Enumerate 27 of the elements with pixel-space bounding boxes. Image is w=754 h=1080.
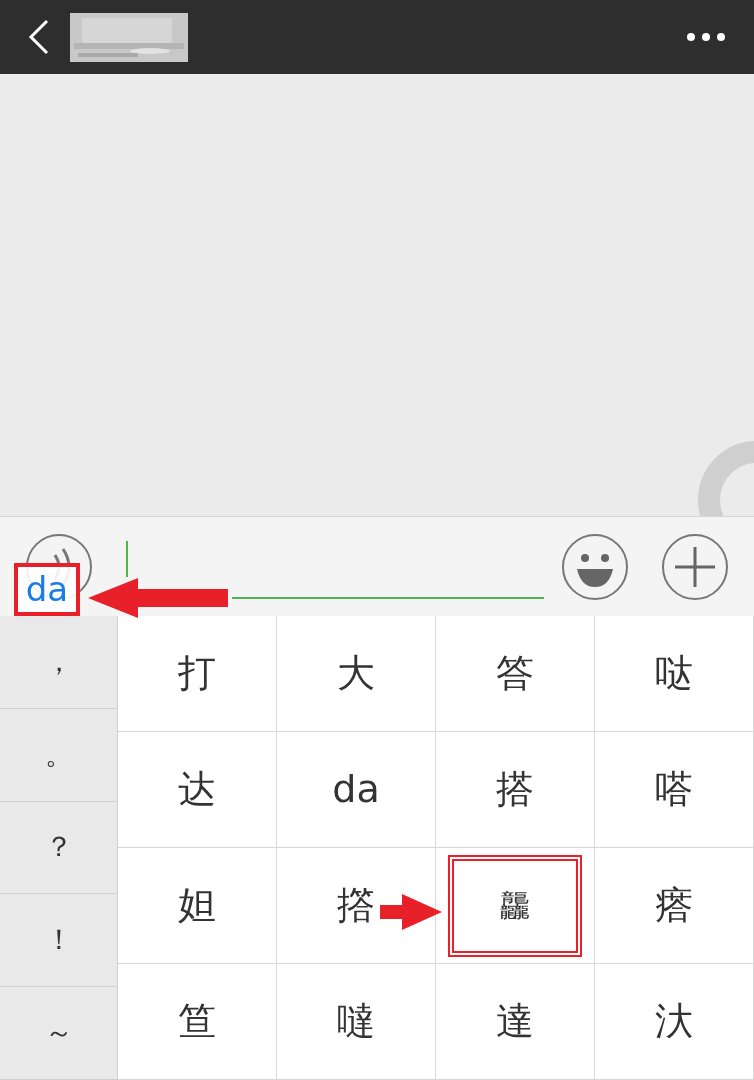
annotation-arrow — [380, 893, 442, 931]
emoji-icon[interactable] — [561, 533, 629, 601]
candidate-key[interactable]: 妲 — [118, 848, 276, 963]
candidate-key[interactable]: da — [277, 732, 435, 847]
back-icon[interactable] — [28, 19, 50, 55]
candidate-key[interactable]: 笪 — [118, 964, 276, 1079]
candidate-key[interactable]: 達 — [436, 964, 594, 1079]
candidate-key[interactable]: 达 — [118, 732, 276, 847]
candidate-key[interactable]: 搭 — [436, 732, 594, 847]
candidate-key[interactable]: 撘 — [277, 848, 435, 963]
candidate-key[interactable]: 嗒 — [595, 732, 753, 847]
punctuation-key[interactable]: ～ — [0, 987, 117, 1080]
candidate-key[interactable]: 答 — [436, 616, 594, 731]
composition-text: da — [14, 563, 80, 616]
candidate-key[interactable]: 噠 — [277, 964, 435, 1079]
candidate-key[interactable]: 打 — [118, 616, 276, 731]
candidate-key[interactable]: 大 — [277, 616, 435, 731]
candidate-key[interactable]: 哒 — [595, 616, 753, 731]
candidate-key[interactable]: 汏 — [595, 964, 753, 1079]
punctuation-key[interactable]: 。 — [0, 708, 117, 802]
punctuation-key[interactable]: ？ — [0, 801, 117, 895]
punctuation-key[interactable]: ！ — [0, 894, 117, 988]
add-icon[interactable] — [661, 533, 729, 601]
candidate-key[interactable]: 龘 — [448, 854, 582, 957]
candidate-key[interactable]: 瘩 — [595, 848, 753, 963]
text-cursor — [126, 541, 128, 577]
more-icon[interactable] — [686, 32, 726, 42]
